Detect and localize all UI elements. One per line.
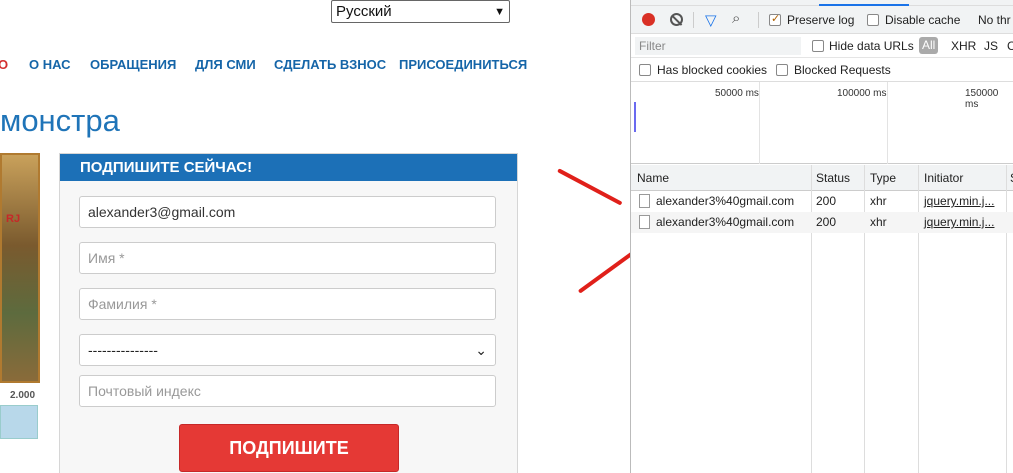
chevron-down-icon: ▼ xyxy=(494,5,505,18)
timeline-label: 100000 ms xyxy=(837,88,887,99)
toolbar-divider xyxy=(758,12,759,28)
clear-icon[interactable] xyxy=(670,13,683,26)
request-name[interactable]: alexander3%40gmail.com xyxy=(656,194,794,208)
column-status[interactable]: Status xyxy=(816,171,850,185)
nav-item-about[interactable]: О НАС xyxy=(29,57,71,72)
page-headline: монстра xyxy=(0,103,120,138)
hide-data-urls-label: Hide data URLs xyxy=(829,39,914,53)
type-filter-all[interactable]: All xyxy=(919,37,939,54)
image-caption: RJ xyxy=(6,213,21,225)
table-row[interactable]: alexander3%40gmail.com 200 xhr jquery.mi… xyxy=(631,191,1013,212)
column-initiator[interactable]: Initiator xyxy=(924,171,963,185)
network-toolbar: ▽ ⌕ Preserve log Disable cache No thr xyxy=(631,6,1013,34)
record-icon[interactable] xyxy=(642,13,655,26)
filter-icon[interactable]: ▽ xyxy=(705,11,717,29)
language-select-value: Русский xyxy=(336,3,392,20)
signup-form: ПОДПИШИТЕ СЕЙЧАС! alexander3@gmail.com И… xyxy=(59,153,518,473)
disable-cache-label: Disable cache xyxy=(885,13,961,27)
has-blocked-cookies-checkbox[interactable] xyxy=(639,64,651,76)
preserve-log-label: Preserve log xyxy=(787,13,855,27)
form-select[interactable]: --------------- ⌄ xyxy=(79,334,496,366)
has-blocked-cookies-label: Has blocked cookies xyxy=(657,63,768,77)
request-type: xhr xyxy=(870,194,887,208)
search-icon[interactable]: ⌕ xyxy=(732,10,740,27)
timeline-label: 50000 ms xyxy=(715,88,759,99)
email-field[interactable]: alexander3@gmail.com xyxy=(79,196,496,228)
toolbar-divider xyxy=(693,12,694,28)
first-name-field[interactable]: Имя * xyxy=(79,242,496,274)
hide-data-urls-checkbox[interactable] xyxy=(812,40,824,52)
filter-bar: Filter Hide data URLs All XHR JS C xyxy=(631,34,1013,58)
type-filter-xhr[interactable]: XHR xyxy=(951,39,976,53)
preserve-log-checkbox[interactable] xyxy=(769,12,781,26)
signature-count: 2.000 xyxy=(10,390,36,401)
column-name[interactable]: Name xyxy=(637,171,669,185)
request-initiator[interactable]: jquery.min.j... xyxy=(924,194,994,208)
petition-image: RJ xyxy=(0,153,40,383)
chevron-down-icon: ⌄ xyxy=(475,342,487,358)
form-select-value: --------------- xyxy=(88,342,158,358)
nav-item-press[interactable]: ДЛЯ СМИ xyxy=(195,57,256,72)
disable-cache-checkbox[interactable] xyxy=(867,14,879,26)
table-row[interactable]: alexander3%40gmail.com 200 xhr jquery.mi… xyxy=(631,212,1013,233)
type-filter-js[interactable]: JS xyxy=(984,39,998,53)
zip-field[interactable]: Почтовый индекс xyxy=(79,375,496,407)
document-icon xyxy=(639,215,650,229)
devtools-network-panel: ▽ ⌕ Preserve log Disable cache No thr Fi… xyxy=(630,0,1013,473)
annotation-stroke xyxy=(577,250,630,294)
request-type: xhr xyxy=(870,215,887,229)
blocked-filters-row: Has blocked cookies Blocked Requests xyxy=(631,58,1013,82)
annotation-stroke xyxy=(557,168,623,206)
timeline-request-bar xyxy=(634,102,636,132)
request-name[interactable]: alexander3%40gmail.com xyxy=(656,215,794,229)
blocked-requests-label: Blocked Requests xyxy=(794,63,891,77)
signature-progress-bar xyxy=(0,405,38,439)
document-icon xyxy=(639,194,650,208)
column-type[interactable]: Type xyxy=(870,171,896,185)
throttling-select[interactable]: No thr xyxy=(978,13,1011,27)
network-timeline[interactable]: 50000 ms 100000 ms 150000 ms xyxy=(631,82,1013,164)
timeline-gridline xyxy=(759,82,760,164)
website-pane: Русский ▼ О О НАС ОБРАЩЕНИЯ ДЛЯ СМИ СДЕЛ… xyxy=(0,0,630,473)
request-initiator[interactable]: jquery.min.j... xyxy=(924,215,994,229)
nav-item-petitions[interactable]: ОБРАЩЕНИЯ xyxy=(90,57,176,72)
type-filter-css[interactable]: C xyxy=(1007,39,1013,53)
nav-item-partial[interactable]: О xyxy=(0,57,8,72)
form-heading: ПОДПИШИТЕ СЕЙЧАС! xyxy=(60,154,517,181)
filter-input[interactable]: Filter xyxy=(635,37,801,55)
requests-table-header: Name Status Type Initiator S xyxy=(631,165,1013,191)
timeline-label: 150000 ms xyxy=(965,88,999,110)
timeline-gridline xyxy=(887,82,888,164)
language-select[interactable]: Русский ▼ xyxy=(331,0,510,23)
nav-item-donate[interactable]: СДЕЛАТЬ ВЗНОС xyxy=(274,57,386,72)
request-status: 200 xyxy=(816,194,837,208)
request-status: 200 xyxy=(816,215,837,229)
last-name-field[interactable]: Фамилия * xyxy=(79,288,496,320)
submit-button[interactable]: ПОДПИШИТЕ xyxy=(179,424,399,472)
nav-item-join[interactable]: ПРИСОЕДИНИТЬСЯ xyxy=(399,57,527,72)
blocked-requests-checkbox[interactable] xyxy=(776,64,788,76)
